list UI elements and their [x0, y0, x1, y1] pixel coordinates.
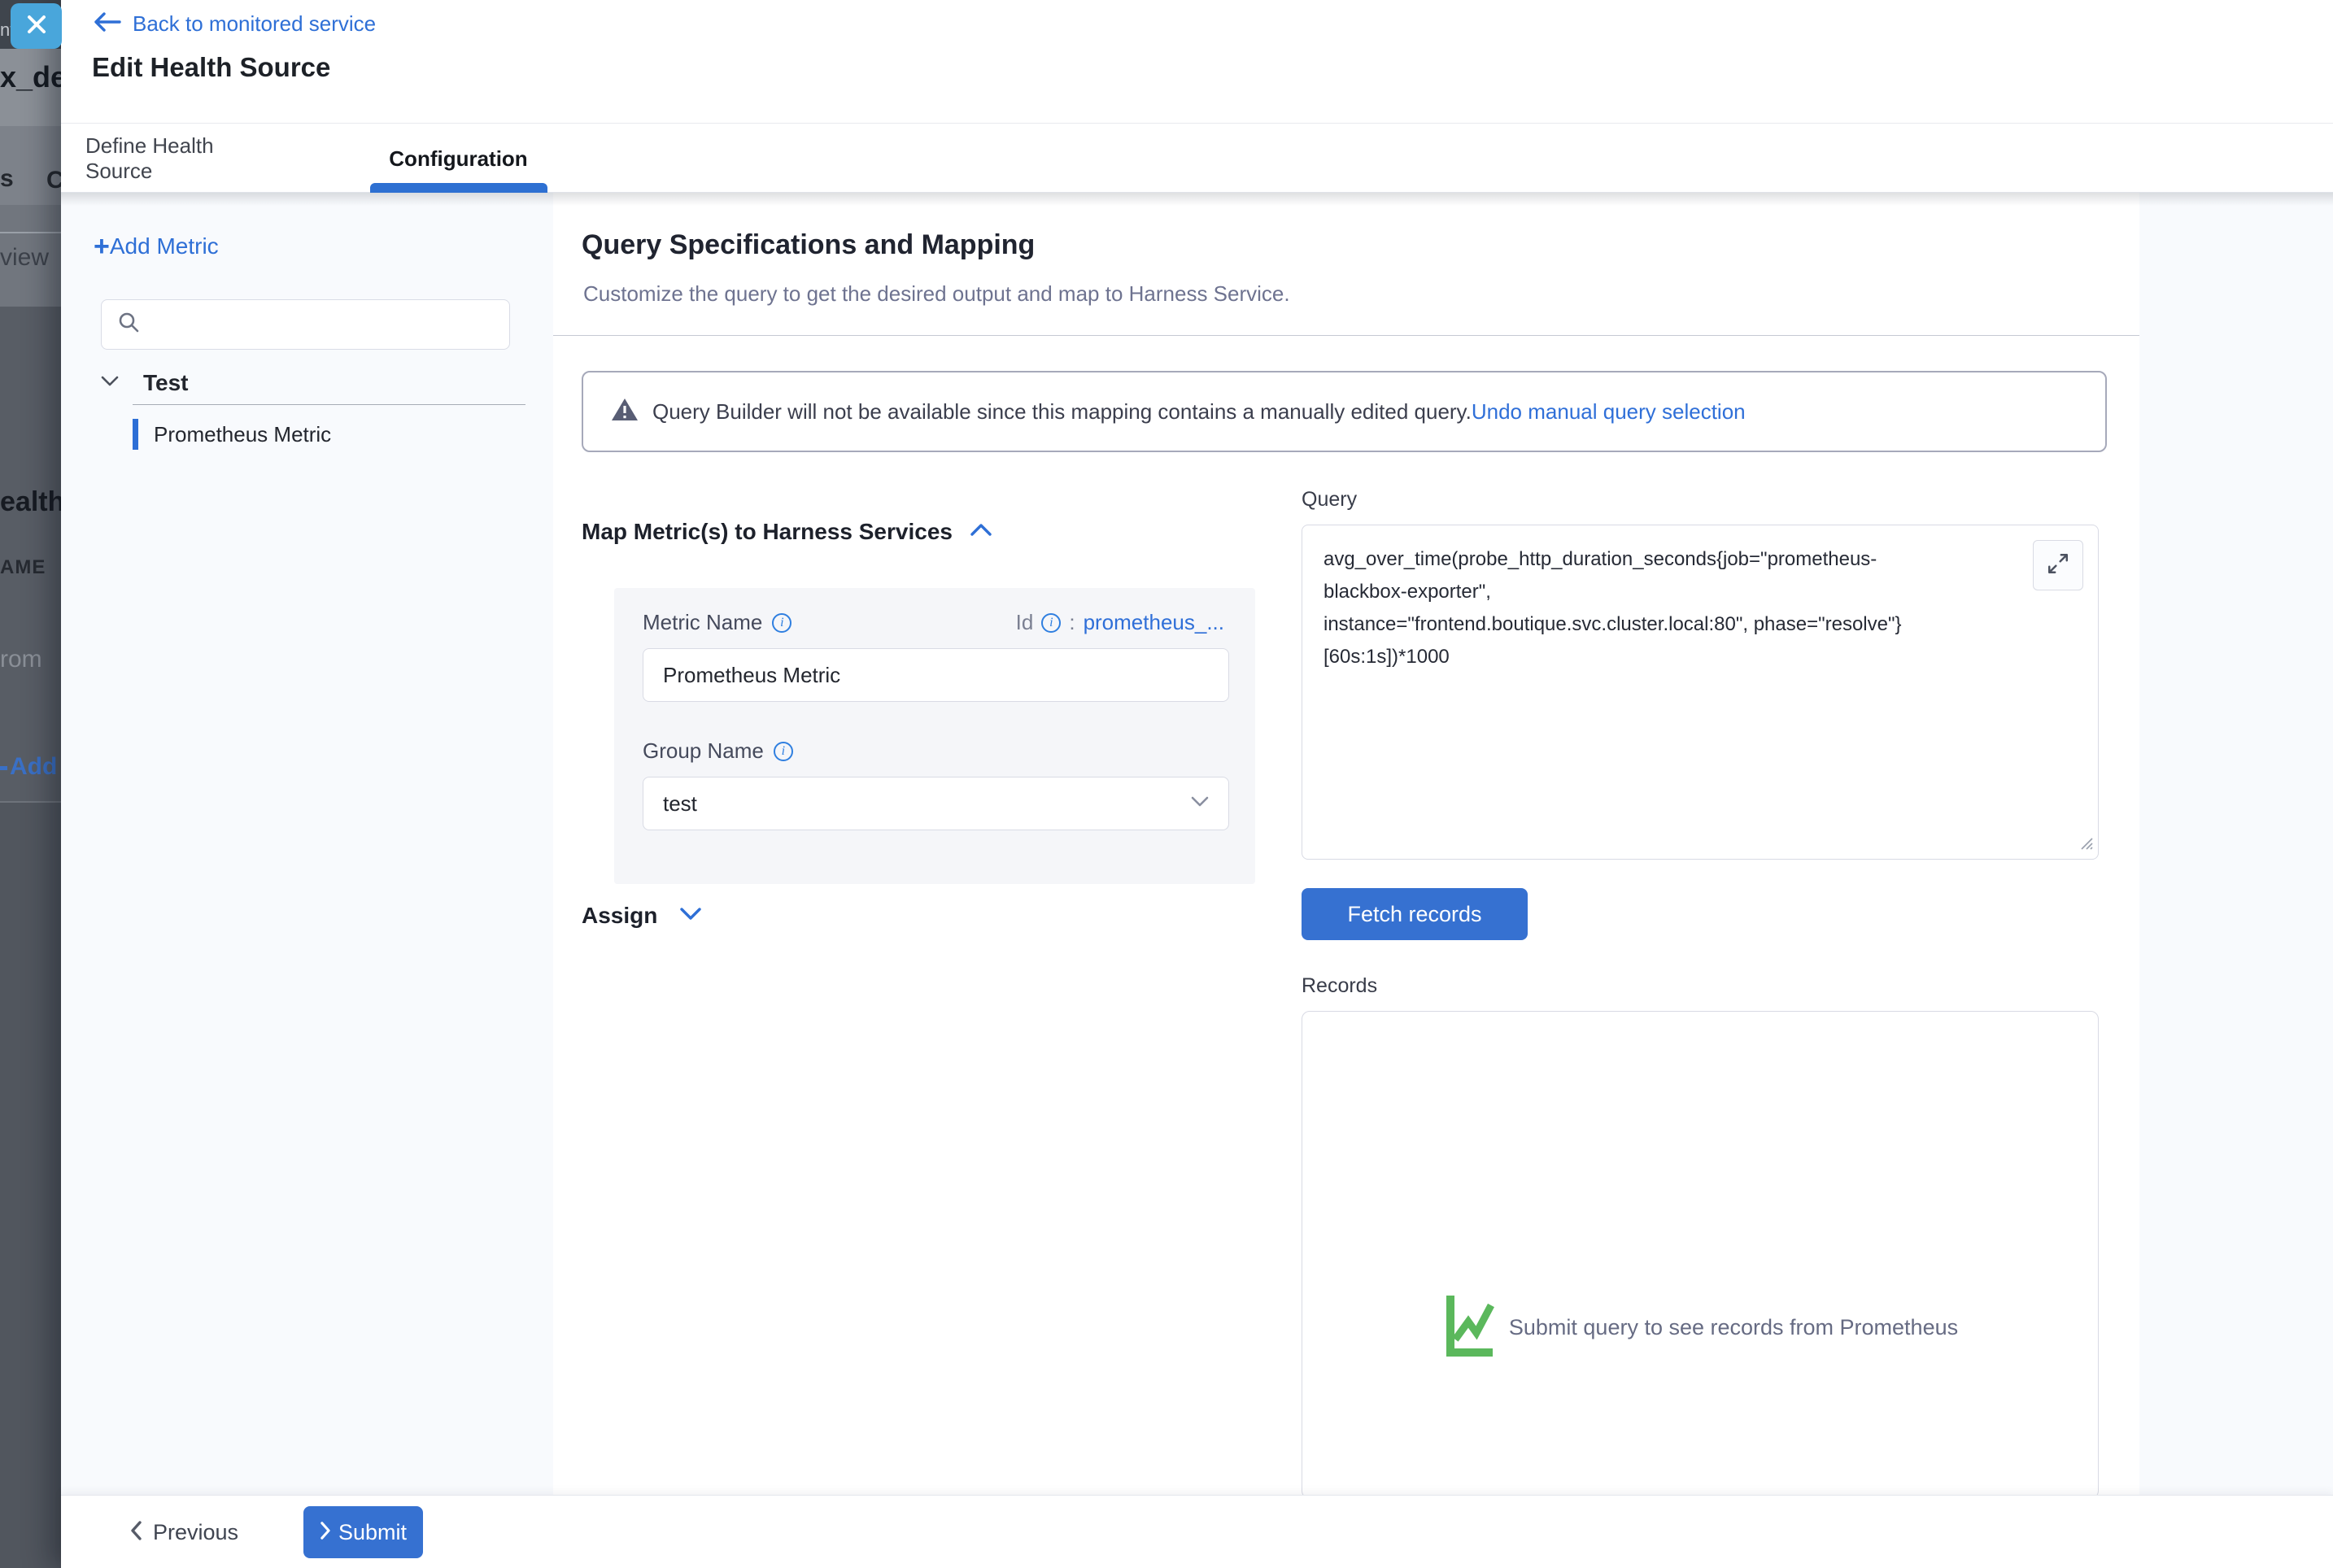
chevron-down-icon [680, 908, 701, 924]
undo-manual-query-link[interactable]: Undo manual query selection [1472, 399, 1746, 425]
chevron-down-icon [101, 376, 119, 390]
chevron-down-icon [1191, 796, 1209, 811]
plus-icon: + [94, 234, 110, 259]
search-input[interactable] [151, 313, 493, 336]
back-arrow-icon [94, 11, 121, 37]
tab-bar: Define Health Source Configuration [61, 124, 2333, 193]
metric-group-row[interactable]: Test [101, 370, 189, 396]
warning-icon [610, 397, 639, 427]
back-link-label: Back to monitored service [133, 11, 376, 37]
bg-text-fragment: Add [10, 753, 57, 781]
group-name-label-row: Group Name i [643, 738, 793, 764]
section-subheading: Customize the query to get the desired o… [583, 281, 1290, 307]
metric-name-label-row: Metric Name i [643, 610, 791, 635]
query-editor[interactable]: avg_over_time(probe_http_duration_second… [1302, 525, 2099, 860]
group-name-value: test [663, 791, 1191, 817]
records-label: Records [1302, 974, 1377, 998]
records-panel: Submit query to see records from Prometh… [1302, 1011, 2099, 1499]
submit-button[interactable]: Submit [303, 1506, 423, 1558]
section-divider [553, 335, 2139, 336]
query-label: Query [1302, 488, 1357, 512]
submit-label: Submit [338, 1520, 407, 1545]
records-empty-text: Submit query to see records from Prometh… [1509, 1315, 1958, 1340]
tree-divider [133, 404, 525, 405]
edit-health-source-screen: nt x_dev s C view ealth S AME rom Add Ba… [0, 0, 2333, 1568]
assign-title: Assign [582, 903, 657, 929]
info-icon[interactable]: i [772, 613, 791, 633]
metrics-sidebar: + Add Metric Test [61, 193, 553, 1495]
sidebar-item-prometheus-metric[interactable]: Prometheus Metric [133, 419, 331, 450]
add-metric-label: Add Metric [110, 233, 219, 259]
records-empty-state: Submit query to see records from Prometh… [1302, 1292, 2100, 1363]
add-metric-button[interactable]: + Add Metric [94, 233, 219, 259]
close-button[interactable] [11, 3, 62, 49]
bg-plus-fragment [0, 766, 7, 770]
metric-search-box [101, 299, 510, 350]
chevron-right-icon [320, 1520, 330, 1545]
edit-health-source-drawer: Back to monitored service Edit Health So… [61, 0, 2333, 1568]
page-title: Edit Health Source [92, 52, 330, 83]
bg-text-fragment: view [0, 244, 49, 272]
query-text[interactable]: avg_over_time(probe_http_duration_second… [1323, 543, 2059, 673]
id-separator: : [1069, 610, 1075, 635]
query-specifications-panel: Query Specifications and Mapping Customi… [553, 193, 2139, 1495]
group-name-label: Group Name [643, 738, 764, 764]
chevron-up-icon [970, 524, 992, 540]
bg-divider [0, 232, 61, 233]
expand-query-button[interactable] [2033, 540, 2083, 590]
assign-section-header[interactable]: Assign [582, 903, 701, 929]
info-icon[interactable]: i [774, 742, 793, 761]
metric-name-label: Metric Name [643, 610, 762, 635]
metric-id-link[interactable]: prometheus_... [1084, 610, 1224, 635]
drawer-content: + Add Metric Test [61, 193, 2333, 1495]
previous-button[interactable]: Previous [130, 1496, 238, 1568]
tab-define-health-source[interactable]: Define Health Source [85, 124, 281, 193]
group-name-select[interactable]: test [643, 777, 1229, 830]
metric-item-label: Prometheus Metric [154, 422, 331, 447]
active-tab-underline [370, 183, 547, 193]
metric-id-row: Id i : prometheus_... [964, 610, 1224, 635]
info-icon[interactable]: i [1041, 613, 1061, 633]
close-icon [25, 13, 48, 40]
manual-query-warning-banner: Query Builder will not be available sinc… [582, 371, 2107, 452]
metric-group-label: Test [143, 370, 189, 396]
metric-name-input[interactable] [643, 648, 1229, 702]
expand-icon [2047, 552, 2069, 579]
drawer-header: Back to monitored service Edit Health So… [61, 0, 2333, 124]
back-to-monitored-service-link[interactable]: Back to monitored service [94, 11, 376, 37]
id-label: Id [1016, 610, 1034, 635]
bg-text-fragment: ealth S [0, 486, 61, 518]
chevron-left-icon [130, 1521, 142, 1544]
metric-mapping-card: Metric Name i Id i : prometheus_... Grou… [614, 588, 1255, 884]
bg-text-fragment: s [0, 165, 14, 193]
section-heading: Query Specifications and Mapping [582, 229, 1035, 261]
fetch-records-button[interactable]: Fetch records [1302, 888, 1528, 940]
search-icon [118, 311, 140, 338]
selected-indicator [133, 419, 138, 450]
map-metrics-section-header[interactable]: Map Metric(s) to Harness Services [582, 519, 992, 545]
drawer-footer: Previous Submit [61, 1495, 2333, 1568]
bg-text-fragment: C [46, 167, 61, 194]
line-chart-icon [1444, 1292, 1494, 1363]
map-metrics-title: Map Metric(s) to Harness Services [582, 519, 953, 545]
bg-text-fragment: x_dev [0, 60, 61, 94]
dimmed-background-page: nt x_dev s C view ealth S AME rom Add [0, 0, 61, 1568]
bg-text-fragment: AME [0, 556, 46, 579]
bg-band [0, 803, 61, 1568]
warning-text: Query Builder will not be available sinc… [652, 399, 1472, 425]
resize-handle-icon[interactable] [2079, 836, 2094, 855]
previous-label: Previous [153, 1520, 238, 1545]
bg-text-fragment: rom [0, 646, 42, 673]
